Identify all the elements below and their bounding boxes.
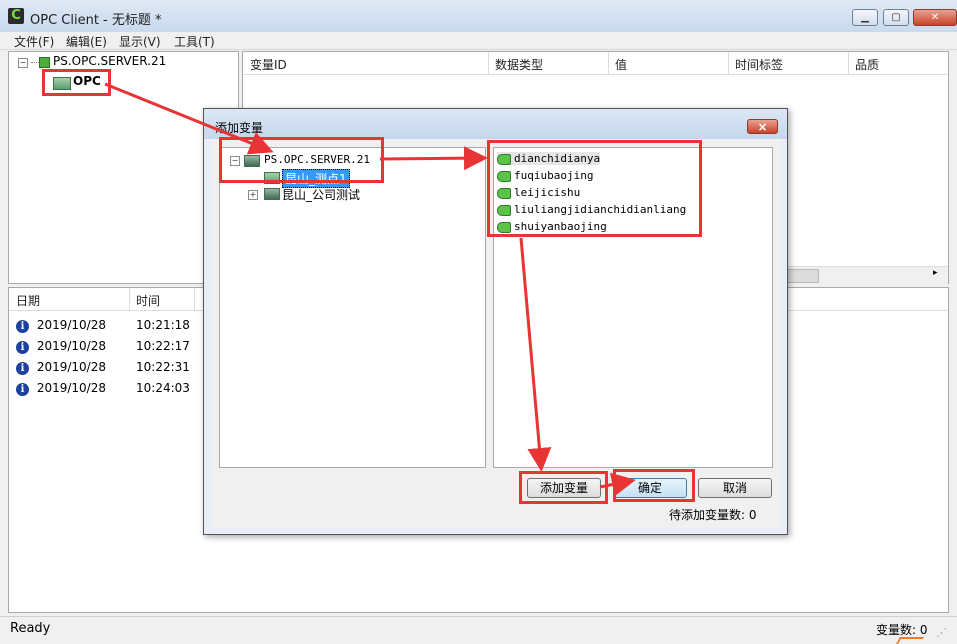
annotation-arrows — [104, 82, 636, 497]
arrow-opc-to-tree — [104, 82, 274, 155]
arrow-add-to-ok — [599, 472, 636, 497]
arrow-variables-to-add — [519, 237, 552, 472]
arrow-tree-to-variables — [379, 146, 488, 171]
